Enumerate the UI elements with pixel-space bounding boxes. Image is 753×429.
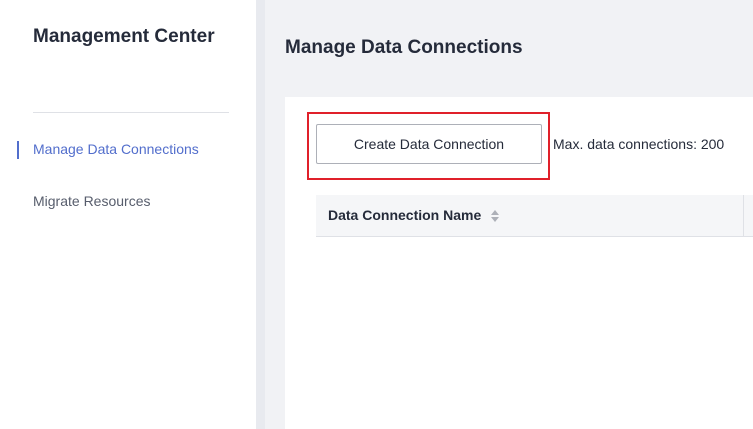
- sidebar-title: Management Center: [33, 26, 215, 47]
- sort-icon[interactable]: [491, 210, 500, 223]
- sidebar-item-manage-data-connections[interactable]: Manage Data Connections: [33, 141, 199, 157]
- content-card: Create Data Connection Max. data connect…: [285, 97, 753, 429]
- column-header-data-connection-name[interactable]: Data Connection Name: [328, 207, 500, 223]
- sidebar-item-migrate-resources[interactable]: Migrate Resources: [33, 193, 151, 209]
- create-data-connection-button[interactable]: Create Data Connection: [316, 124, 542, 164]
- sidebar-divider: [33, 112, 229, 113]
- max-connections-text: Max. data connections: 200: [553, 136, 725, 152]
- page-title: Manage Data Connections: [285, 37, 523, 58]
- sidebar: Management Center Manage Data Connection…: [0, 0, 256, 429]
- panel-gutter: [256, 0, 265, 429]
- main-content: Manage Data Connections Create Data Conn…: [265, 0, 753, 429]
- table-header: Data Connection Name: [316, 195, 753, 237]
- app-root: Management Center Manage Data Connection…: [0, 0, 753, 429]
- column-divider: [743, 195, 744, 236]
- active-item-indicator: [17, 141, 19, 159]
- column-header-label: Data Connection Name: [328, 207, 482, 223]
